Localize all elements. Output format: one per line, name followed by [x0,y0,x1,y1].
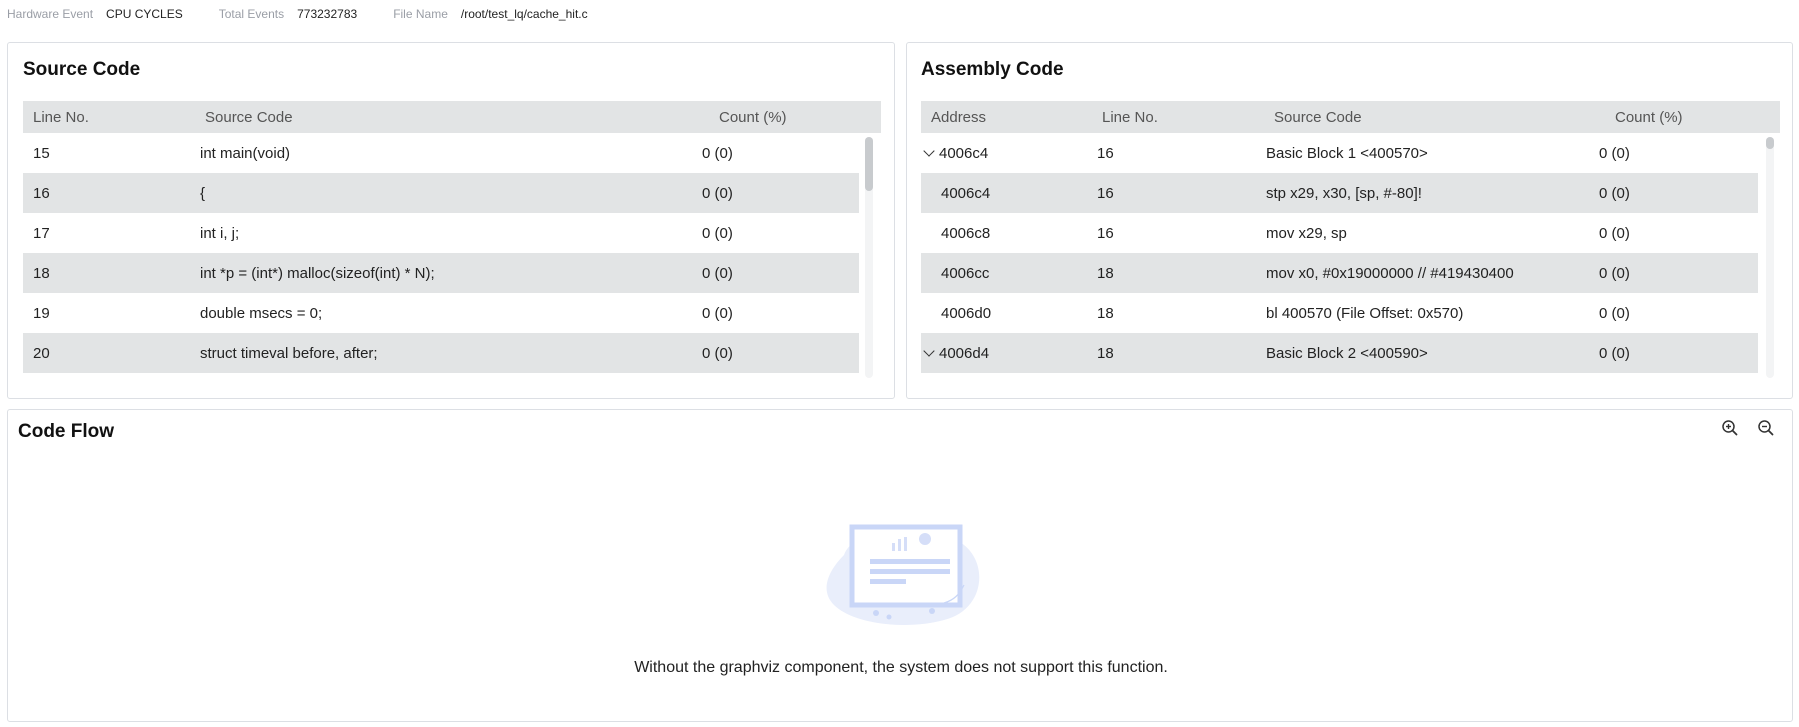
table-row[interactable]: 16 { 0 (0) [23,173,859,213]
line-no-cell: 18 [1097,264,1114,282]
count-cell: 0 (0) [702,304,733,322]
source-code-scrollbar[interactable] [865,137,873,378]
count-cell: 0 (0) [702,224,733,242]
file-name-info: File Name /root/test_lq/cache_hit.c [386,7,587,21]
column-header-count[interactable]: Count (%) [719,109,787,126]
code-flow-panel: Code Flow Without the graphviz component… [7,409,1793,722]
table-row[interactable]: 15 int main(void) 0 (0) [23,133,859,173]
table-row[interactable]: 4006c4 16 stp x29, x30, [sp, #-80]! 0 (0… [921,173,1758,213]
line-no-cell: 20 [33,344,50,362]
source-cell: struct timeval before, after; [200,344,378,362]
table-row[interactable]: 18 int *p = (int*) malloc(sizeof(int) * … [23,253,859,293]
column-header-source-code[interactable]: Source Code [205,109,293,126]
source-code-table-body: 15 int main(void) 0 (0) 16 { 0 (0) 17 in… [23,133,859,381]
zoom-in-icon [1722,420,1738,436]
source-cell: Basic Block 1 <400570> [1266,144,1428,162]
file-name-label: File Name [393,7,448,21]
file-name-value: /root/test_lq/cache_hit.c [460,7,588,21]
code-flow-title: Code Flow [18,421,115,442]
assembly-code-title: Assembly Code [921,59,1064,80]
source-code-table: Line No. Source Code Count (%) 15 int ma… [23,101,881,381]
address-cell: 4006c4 [941,184,991,202]
no-data-illustration [826,524,980,625]
table-row[interactable]: 19 double msecs = 0; 0 (0) [23,293,859,333]
table-row[interactable]: 20 struct timeval before, after; 0 (0) [23,333,859,373]
table-row[interactable]: 4006c4 16 Basic Block 1 <400570> 0 (0) [921,133,1758,173]
count-cell: 0 (0) [1599,224,1630,242]
assembly-code-scrollbar[interactable] [1766,137,1774,378]
assembly-code-table-body: 4006c4 16 Basic Block 1 <400570> 0 (0) 4… [921,133,1758,381]
table-row[interactable]: 4006c8 16 mov x29, sp 0 (0) [921,213,1758,253]
assembly-code-table: Address Line No. Source Code Count (%) 4… [921,101,1780,381]
source-cell: int *p = (int*) malloc(sizeof(int) * N); [200,264,435,282]
assembly-code-panel: Assembly Code Address Line No. Source Co… [906,42,1793,399]
line-no-cell: 19 [33,304,50,322]
source-cell: { [200,184,206,202]
total-events-info: Total Events 773232783 [212,7,357,21]
line-no-cell: 16 [33,184,50,202]
address-cell: 4006d0 [941,304,992,322]
column-header-count[interactable]: Count (%) [1615,109,1683,126]
count-cell: 0 (0) [1599,264,1630,282]
column-header-address[interactable]: Address [931,109,986,126]
line-no-cell: 16 [1097,184,1114,202]
address-cell: 4006cc [941,264,990,282]
table-row[interactable]: 17 int i, j; 0 (0) [23,213,859,253]
source-code-table-header: Line No. Source Code Count (%) [23,101,881,133]
total-events-value: 773232783 [297,7,358,21]
hardware-event-value: CPU CYCLES [106,7,183,21]
chevron-down-icon[interactable] [923,344,935,357]
source-cell: mov x0, #0x19000000 // #419430400 [1266,264,1514,282]
table-row[interactable]: 4006d4 18 Basic Block 2 <400590> 0 (0) [921,333,1758,373]
line-no-cell: 17 [33,224,50,242]
source-code-panel: Source Code Line No. Source Code Count (… [7,42,895,399]
source-cell: stp x29, x30, [sp, #-80]! [1266,184,1422,202]
assembly-code-table-header: Address Line No. Source Code Count (%) [921,101,1780,133]
count-cell: 0 (0) [1599,144,1630,162]
count-cell: 0 (0) [1599,184,1630,202]
column-header-line-no[interactable]: Line No. [1102,109,1158,126]
line-no-cell: 18 [1097,344,1114,362]
source-cell: mov x29, sp [1266,224,1347,242]
empty-state-message: Without the graphviz component, the syst… [634,659,1168,676]
count-cell: 0 (0) [702,184,733,202]
source-cell: bl 400570 (File Offset: 0x570) [1266,304,1464,322]
address-cell: 4006c8 [941,224,991,242]
line-no-cell: 16 [1097,144,1114,162]
count-cell: 0 (0) [702,144,733,162]
line-no-cell: 15 [33,144,50,162]
zoom-in-button[interactable] [1721,419,1739,437]
info-bar: Hardware Event CPU CYCLES Total Events 7… [0,0,1799,28]
address-cell: 4006c4 [923,144,989,162]
source-cell: Basic Block 2 <400590> [1266,344,1428,362]
count-cell: 0 (0) [1599,304,1630,322]
source-cell: int main(void) [200,144,291,162]
address-text: 4006d4 [939,344,990,362]
source-cell: int i, j; [200,224,240,242]
zoom-out-icon [1758,420,1774,436]
line-no-cell: 16 [1097,224,1114,242]
table-row[interactable]: 4006cc 18 mov x0, #0x19000000 // #419430… [921,253,1758,293]
table-row[interactable]: 4006d0 18 bl 400570 (File Offset: 0x570)… [921,293,1758,333]
scrollbar-thumb[interactable] [1766,137,1774,149]
count-cell: 0 (0) [702,264,733,282]
count-cell: 0 (0) [1599,344,1630,362]
zoom-out-button[interactable] [1757,419,1775,437]
source-cell: double msecs = 0; [200,304,323,322]
line-no-cell: 18 [33,264,50,282]
line-no-cell: 18 [1097,304,1114,322]
count-cell: 0 (0) [702,344,733,362]
source-code-title: Source Code [23,59,141,80]
hardware-event-info: Hardware Event CPU CYCLES [0,7,183,21]
scrollbar-thumb[interactable] [865,137,873,191]
chevron-down-icon[interactable] [923,144,935,157]
address-cell: 4006d4 [923,344,990,362]
address-text: 4006c4 [939,144,989,162]
hardware-event-label: Hardware Event [7,7,94,21]
total-events-label: Total Events [218,7,285,21]
column-header-line-no[interactable]: Line No. [33,109,89,126]
column-header-source-code[interactable]: Source Code [1274,109,1362,126]
